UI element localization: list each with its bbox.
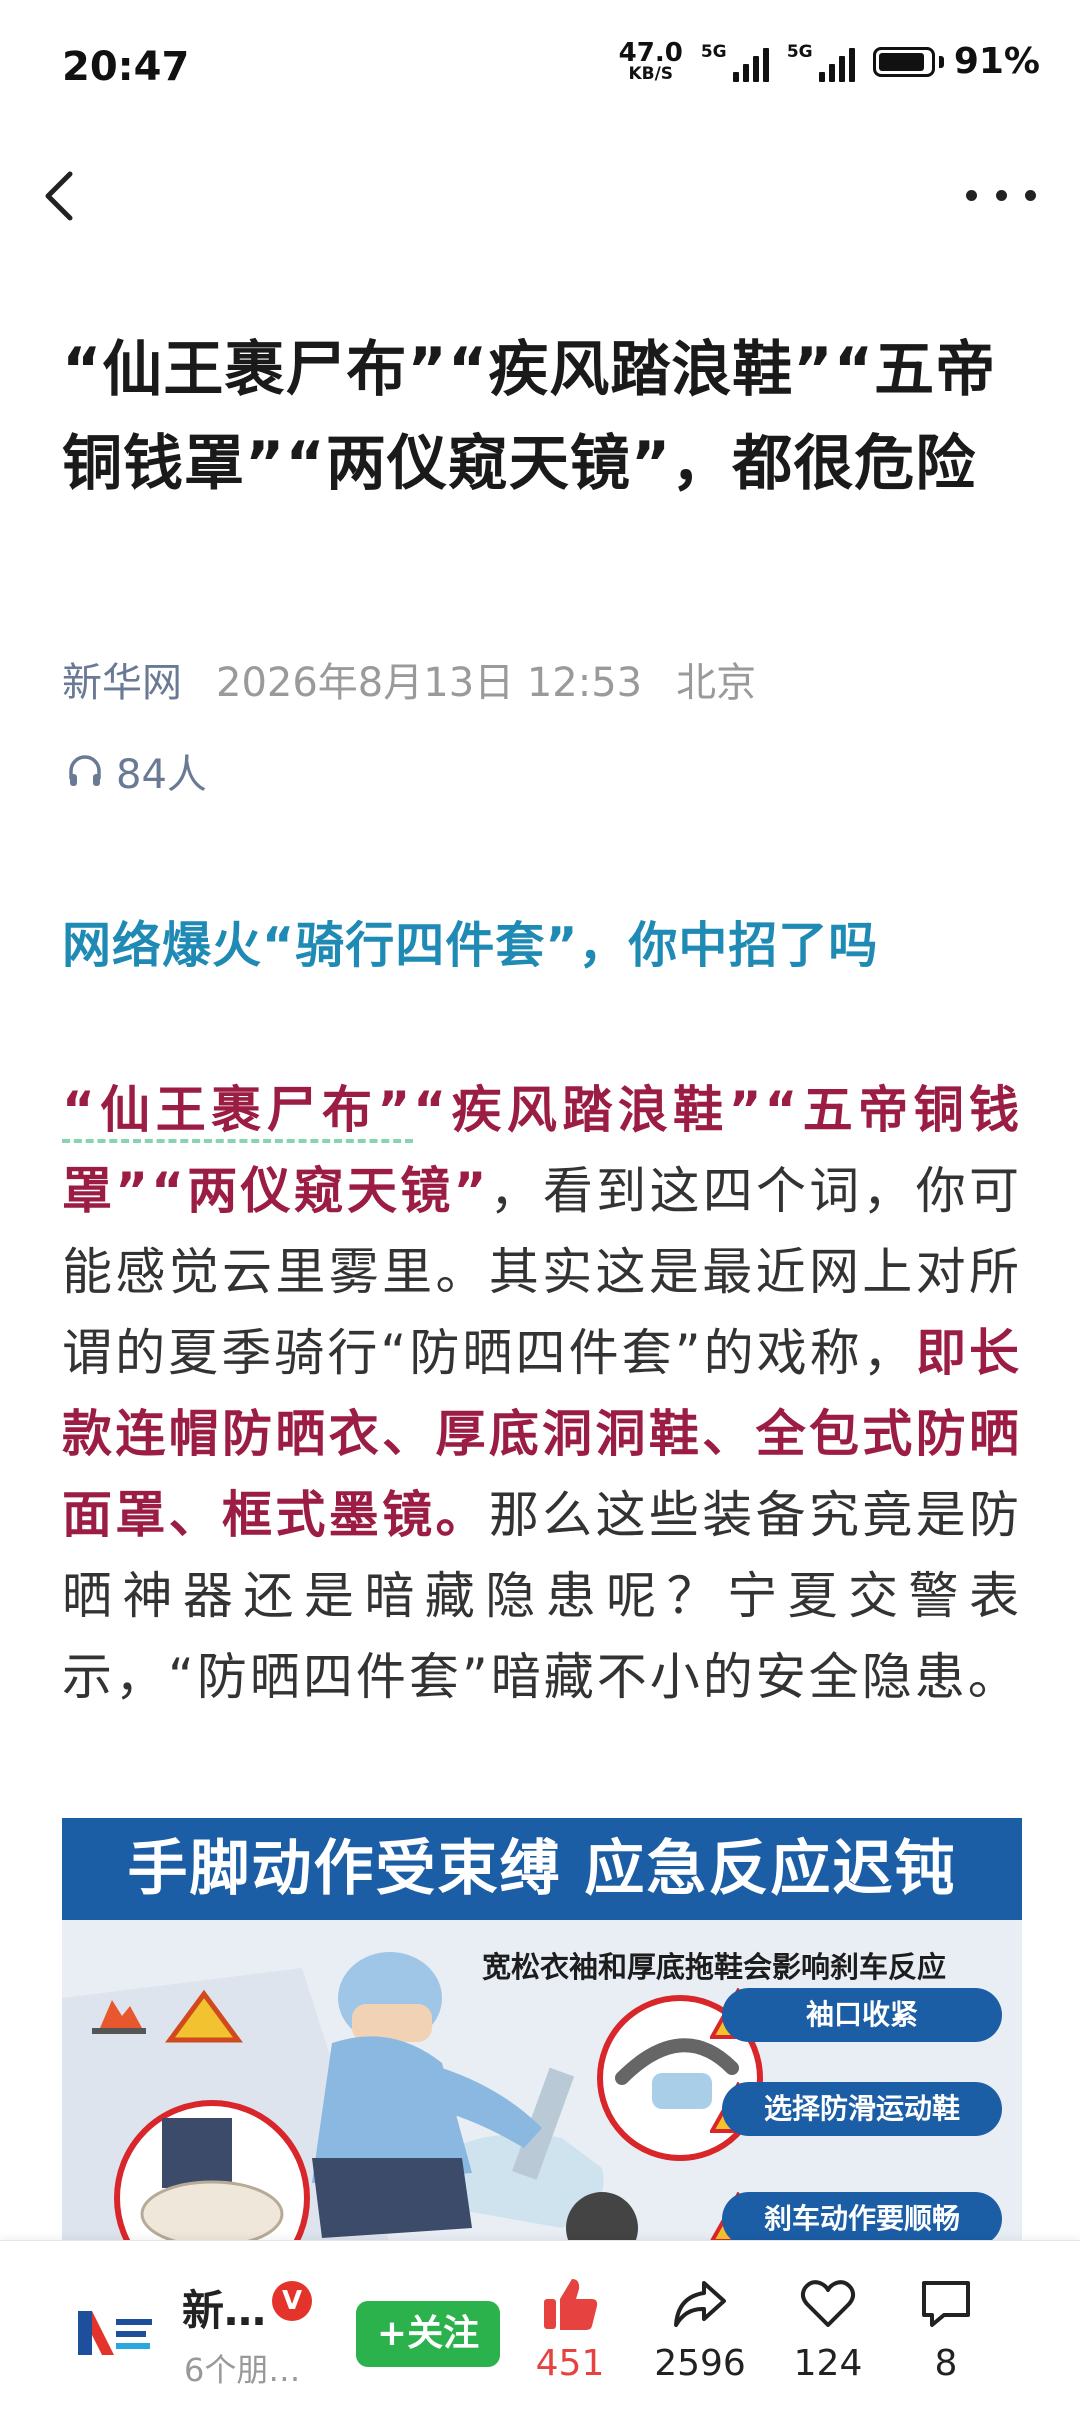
network-speed: 47.0 KB/S: [619, 40, 683, 83]
more-button[interactable]: [966, 170, 1036, 220]
share-button[interactable]: 2596: [640, 2275, 760, 2384]
top-nav: [0, 150, 1080, 240]
status-icons: 47.0 KB/S 5G 5G 91%: [619, 40, 1040, 83]
listener-count: 84人: [116, 752, 207, 798]
chevron-left-icon: [45, 171, 73, 221]
article-meta: 新华网 2026年8月13日 12:53 北京: [62, 650, 756, 708]
share-icon: [674, 2281, 726, 2327]
signal-icon: 5G: [787, 42, 855, 82]
article-location: 北京: [676, 660, 757, 706]
battery-percent: 91%: [953, 41, 1040, 82]
bottom-action-bar: 新… V 6个朋… +关注 451 2596 124 8: [0, 2240, 1080, 2413]
section-heading: 网络爆火“骑行四件套”，你中招了吗: [62, 917, 879, 974]
status-bar: 20:47 47.0 KB/S 5G 5G 91%: [0, 0, 1080, 140]
network-speed-value: 47.0: [618, 38, 683, 68]
comment-button[interactable]: 8: [886, 2275, 1006, 2384]
like-count: 451: [535, 2343, 605, 2384]
account-name[interactable]: 新…: [182, 2277, 266, 2338]
xinhua-logo-icon[interactable]: [76, 2305, 156, 2361]
article-title: “仙王裹尸布”“疾风踏浪鞋”“五帝铜钱罩”“两仪窥天镜”，都很危险: [62, 335, 997, 499]
clock: 20:47: [62, 44, 190, 90]
tip-pill: 刹车动作要顺畅: [722, 2192, 1002, 2246]
article-image[interactable]: 手脚动作受束缚 应急反应迟钝 宽松衣袖和厚底拖鞋会影响刹车反应 袖口收紧 选择防…: [62, 1818, 1022, 2250]
heart-icon: [800, 2280, 856, 2327]
back-button[interactable]: [36, 168, 86, 224]
battery-icon: 91%: [872, 41, 1040, 82]
favorite-count: 124: [793, 2343, 863, 2384]
article-date: 2026年8月13日 12:53: [216, 660, 643, 706]
image-subtitle: 宽松衣袖和厚底拖鞋会影响刹车反应: [482, 1950, 947, 1984]
thumbs-up-icon: [544, 2279, 598, 2330]
follow-button[interactable]: +关注: [356, 2301, 500, 2367]
topic-tag-link[interactable]: “仙王裹尸布”: [62, 1081, 414, 1143]
share-count: 2596: [654, 2343, 746, 2384]
verified-badge: V: [272, 2281, 312, 2321]
signal-label: 5G: [786, 41, 813, 62]
comment-count: 8: [934, 2343, 958, 2384]
favorite-button[interactable]: 124: [768, 2275, 888, 2384]
comment-icon: [922, 2281, 970, 2327]
tip-pill: 袖口收紧: [722, 1988, 1002, 2042]
network-speed-unit: KB/S: [628, 64, 674, 84]
signal-icon: 5G: [701, 42, 769, 82]
article-source[interactable]: 新华网: [62, 650, 182, 708]
headphones-icon: [69, 755, 101, 786]
signal-label: 5G: [700, 41, 727, 62]
listen-counter[interactable]: 84人: [66, 742, 207, 800]
tip-pill: 选择防滑运动鞋: [722, 2082, 1002, 2136]
like-button[interactable]: 451: [510, 2275, 630, 2384]
account-followers-note: 6个朋…: [184, 2351, 301, 2389]
article-paragraph: “仙王裹尸布”“疾风踏浪鞋”“五帝铜钱罩”“两仪窥天镜”，看到这四个词，你可能感…: [62, 1070, 1022, 1718]
more-dots-icon: [966, 189, 977, 201]
